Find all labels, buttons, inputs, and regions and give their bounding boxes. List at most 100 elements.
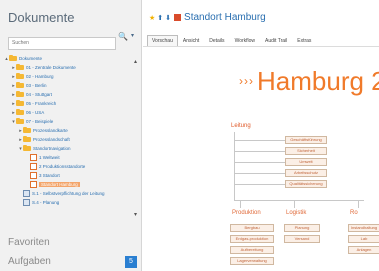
search-input[interactable]	[8, 36, 116, 50]
page-icon	[30, 181, 37, 188]
column-box[interactable]: Anlagen	[348, 246, 379, 254]
tree-item[interactable]: ▸ Prozesslandkarte	[4, 126, 136, 135]
tree-item-label: 3 Standort	[39, 173, 60, 178]
connector-line	[234, 162, 285, 163]
up-icon[interactable]: ⬆	[157, 14, 163, 22]
tree-item[interactable]: ▸ 06 - USA	[4, 108, 136, 117]
tree-item[interactable]: S.4 - Planung	[4, 198, 136, 207]
page-icon	[30, 172, 37, 179]
tree-item-label: 01 - Zentrale Dokumente	[26, 65, 76, 70]
breadcrumb: ★ ⬆ ⬇ Standort Hamburg	[149, 12, 266, 23]
leitung-box[interactable]: Qualitätssicherung	[285, 180, 327, 188]
tree-item[interactable]: ▸ 05 - Frankreich	[4, 99, 136, 108]
page-blue-icon	[23, 199, 30, 206]
connector-line	[234, 140, 285, 141]
folder-icon	[16, 64, 24, 70]
tree-item[interactable]: ▸ 04 - Stuttgart	[4, 90, 136, 99]
folder-icon	[16, 100, 24, 106]
tree-item-label: 2 Produktionsstandorte	[39, 164, 86, 169]
tree-item-label: Dokumente	[19, 56, 43, 61]
folder-icon	[23, 127, 31, 133]
tree-item[interactable]: ▴ Dokumente	[4, 54, 136, 63]
tree-item[interactable]: ▸ Prozesslandschaft	[4, 135, 136, 144]
down-icon[interactable]: ⬇	[165, 14, 171, 22]
connector-line	[234, 173, 285, 174]
tree-item-label: 06 - USA	[26, 110, 45, 115]
tree-item-label: 03 - Berlin	[26, 83, 47, 88]
column-box[interactable]: Aufbereitung	[230, 246, 274, 254]
main-panel: ★ ⬆ ⬇ Standort Hamburg Vorschau Ansicht De…	[143, 0, 379, 271]
connector-line	[234, 200, 364, 201]
chevron-down-icon[interactable]: ▾	[131, 32, 134, 39]
tree-item-label: 02 - Hamburg	[26, 74, 54, 79]
search-icon[interactable]: 🔍	[118, 32, 128, 41]
folder-icon	[16, 73, 24, 79]
connector-line	[234, 184, 285, 185]
connector-line	[240, 200, 241, 208]
connector-line	[234, 151, 285, 152]
folder-icon	[16, 82, 24, 88]
tree-item[interactable]: Standort Hamburg	[4, 180, 136, 189]
tree-item-label: 1 Weltweit	[39, 155, 60, 160]
tree-item[interactable]: ▸ 02 - Hamburg	[4, 72, 136, 81]
tree-item-label: S.4 - Planung	[32, 200, 60, 205]
tree-item-label: S.1 - Selbstverpflichtung der Leitung	[32, 191, 105, 196]
column-box[interactable]: Erdgas-produktion	[230, 235, 274, 243]
tree-item-label: 07 - Beispiele	[26, 119, 54, 124]
section-aufgaben[interactable]: Aufgaben	[8, 256, 51, 267]
tree-item-label: Standortnavigation	[33, 146, 71, 151]
connector-line	[234, 132, 235, 200]
tree-item[interactable]: S.1 - Selbstverpflichtung der Leitung	[4, 189, 136, 198]
scroll-down-icon[interactable]: ▾	[134, 211, 137, 218]
tree-item-label: Prozesslandschaft	[33, 137, 70, 142]
chart-big-title: Hamburg 2	[257, 66, 379, 96]
aufgaben-count-badge: 5	[125, 256, 137, 268]
tree-item[interactable]: 2 Produktionsstandorte	[4, 162, 136, 171]
star-icon[interactable]: ★	[149, 14, 155, 22]
column-label: Logistik	[286, 210, 307, 216]
folder-icon	[16, 109, 24, 115]
page-icon	[30, 154, 37, 161]
column-box[interactable]: Planung	[284, 224, 320, 232]
tree-item[interactable]: ▸ 01 - Zentrale Dokumente	[4, 63, 136, 72]
page-icon	[30, 163, 37, 170]
leitung-box[interactable]: Sicherheit	[285, 147, 327, 155]
folder-icon	[16, 118, 24, 124]
search-box: 🔍 ▾	[8, 31, 134, 50]
folder-icon	[16, 91, 24, 97]
tree-item[interactable]: 3 Standort	[4, 171, 136, 180]
folder-icon	[9, 55, 17, 61]
column-box[interactable]: Bergbau	[230, 224, 274, 232]
leitung-box[interactable]: Geschäftsführung	[285, 136, 327, 144]
tree-item-label: Standort Hamburg	[39, 182, 80, 187]
document-type-icon	[174, 14, 182, 21]
tree-item[interactable]: ▾ Standortnavigation	[4, 144, 136, 153]
tree-item[interactable]: ▾ 07 - Beispiele	[4, 117, 136, 126]
sidebar: Dokumente 🔍 ▾ ▴ Dokumente ▸01 - Zentrale D…	[0, 0, 142, 271]
tree-item-label: 05 - Frankreich	[26, 101, 57, 106]
section-favoriten[interactable]: Favoriten	[8, 237, 50, 248]
arrows-icon: ›››	[239, 74, 254, 88]
column-label: Produktion	[232, 210, 261, 216]
tree-item[interactable]: ▸ 03 - Berlin	[4, 81, 136, 90]
scroll-up-icon[interactable]: ▴	[134, 58, 137, 65]
leitung-box[interactable]: Arbeitsschutz	[285, 169, 327, 177]
tree-item[interactable]: 1 Weltweit	[4, 153, 136, 162]
leitung-label: Leitung	[231, 123, 251, 129]
divider	[143, 46, 379, 47]
page-blue-icon	[23, 190, 30, 197]
sidebar-scrollbar[interactable]: ▴ ▾	[134, 58, 139, 218]
connector-line	[294, 200, 295, 208]
tree-item-label: 04 - Stuttgart	[26, 92, 53, 97]
folder-icon	[23, 145, 31, 151]
connector-line	[358, 200, 359, 208]
tree-item-label: Prozesslandkarte	[33, 128, 68, 133]
leitung-box[interactable]: Umwelt	[285, 158, 327, 166]
column-box[interactable]: Lagerverwaltung	[230, 257, 274, 265]
column-label: Ro	[350, 210, 358, 216]
column-box[interactable]: Instandhaltung	[348, 224, 379, 232]
column-box[interactable]: Versand	[284, 235, 320, 243]
folder-icon	[23, 136, 31, 142]
document-tree: ▴ Dokumente ▸ 01 - Zentrale Dokumente ▸ 02 - …	[4, 54, 136, 207]
column-box[interactable]: Lab	[348, 235, 379, 243]
